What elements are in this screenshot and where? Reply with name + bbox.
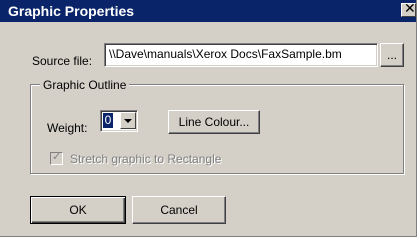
ok-button-label: OK — [69, 203, 87, 217]
chevron-down-icon — [124, 119, 132, 123]
dialog-title: Graphic Properties — [8, 3, 135, 19]
cancel-button[interactable]: Cancel — [132, 196, 226, 224]
line-colour-button[interactable]: Line Colour... — [168, 110, 260, 134]
ok-button[interactable]: OK — [30, 196, 126, 224]
cancel-button-label: Cancel — [160, 203, 198, 217]
browse-button-label: ... — [386, 48, 397, 62]
stretch-checkbox-label: Stretch graphic to Rectangle — [70, 152, 222, 166]
browse-button[interactable]: ... — [380, 43, 404, 67]
close-button[interactable]: ✕ — [401, 1, 416, 17]
checkmark-icon: ✓ — [52, 150, 62, 163]
weight-value: 0 — [103, 113, 113, 128]
title-bar[interactable]: Graphic Properties ✕ — [0, 0, 416, 22]
close-icon: ✕ — [404, 1, 416, 17]
weight-dropdown-button[interactable] — [120, 112, 136, 129]
source-file-label: Source file: — [32, 54, 93, 68]
source-file-input[interactable]: \\Dave\manuals\Xerox Docs\FaxSample.bm — [104, 43, 378, 67]
graphic-outline-legend: Graphic Outline — [40, 78, 130, 92]
weight-label: Weight: — [47, 121, 88, 135]
graphic-properties-dialog: Graphic Properties ✕ Source file: \\Dave… — [0, 0, 417, 237]
stretch-checkbox[interactable]: ✓ — [50, 150, 63, 165]
source-file-path: \\Dave\manuals\Xerox Docs\FaxSample.bm — [109, 47, 342, 61]
line-colour-button-label: Line Colour... — [178, 115, 250, 129]
weight-dropdown[interactable]: 0 — [100, 110, 138, 132]
